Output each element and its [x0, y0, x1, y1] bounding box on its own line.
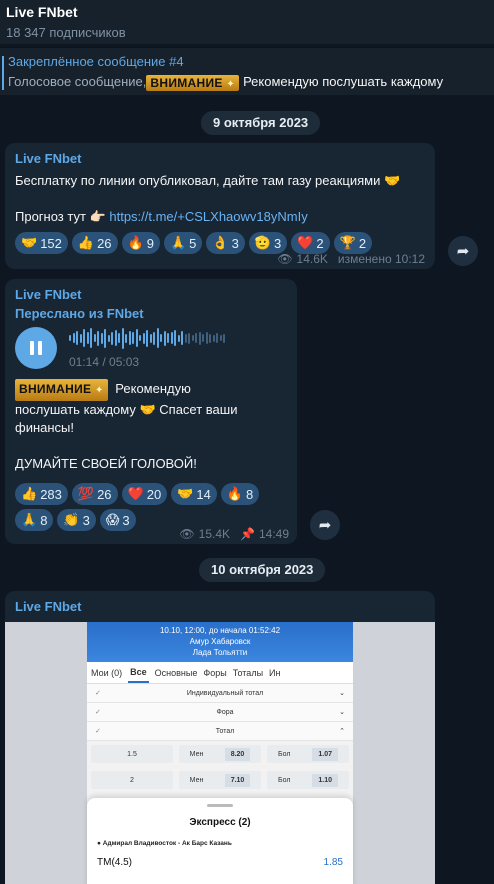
- voice-waveform[interactable]: [69, 327, 225, 349]
- forwarded-from[interactable]: Переслано из FNbet: [15, 306, 287, 321]
- reaction-count: 26: [97, 486, 112, 502]
- reaction-chip[interactable]: ❤️ 2: [291, 232, 330, 254]
- reaction-count: 9: [146, 235, 154, 251]
- edited-time: изменено 10:12: [337, 252, 425, 266]
- reaction-emoji: 👍: [77, 235, 95, 250]
- eye-icon: 👁: [179, 527, 195, 541]
- market-row: ✓ Индивидуальный тотал ⌄: [87, 684, 353, 703]
- view-count: 15.4K: [198, 527, 231, 541]
- reaction-emoji: 🤝: [177, 486, 194, 501]
- attention-badge: ВНИМАНИЕ ✦: [15, 379, 108, 401]
- reaction-count: 3: [274, 235, 282, 251]
- reaction-emoji: 😱: [105, 512, 120, 527]
- reaction-count: 26: [97, 235, 112, 251]
- reaction-chip[interactable]: 🫡 3: [248, 232, 288, 254]
- message-text-link-line: Прогноз тут 👉🏻 https://t.me/+CSLXhaowv18…: [15, 209, 308, 224]
- pin-icon: 📌: [240, 527, 255, 541]
- reaction-emoji: 👏: [63, 512, 80, 527]
- message-sender[interactable]: Live FNbet: [15, 287, 287, 302]
- reaction-chip[interactable]: 👍 26: [71, 232, 118, 254]
- reaction-count: 20: [146, 486, 162, 502]
- telegram-link[interactable]: https://t.me/+CSLXhaowv18yNmIy: [109, 209, 307, 224]
- share-icon[interactable]: ➦: [448, 236, 478, 266]
- pinned-prefix: Голосовое сообщение,: [8, 74, 147, 89]
- pause-icon[interactable]: [15, 327, 57, 369]
- market-tabs: Мои (0) Все Основные Форы Тоталы Ин: [87, 662, 353, 684]
- pinned-preview: Голосовое сообщение, ВНИМАНИЕ ✦ Рекомендую…: [8, 74, 486, 91]
- reaction-chip[interactable]: 😱 3: [99, 509, 136, 531]
- message-text: Бесплатку по линии опубликовал, дайте та…: [15, 173, 401, 188]
- reaction-count: 8: [40, 512, 48, 528]
- reaction-emoji: 🙏: [169, 235, 187, 250]
- reaction-count: 152: [40, 235, 62, 251]
- reaction-chip[interactable]: 🙏 5: [163, 232, 203, 254]
- reaction-chip[interactable]: 🤝 14: [171, 483, 217, 505]
- reaction-chip[interactable]: 🔥 9: [121, 232, 160, 254]
- reaction-emoji: 👌: [212, 235, 229, 250]
- reactions-bar: 👍 283 💯 26 ❤️ 20 🤝 14 🔥 8 🙏 8 👏 3 😱 3: [15, 483, 280, 531]
- hockey-puck-icon: ●: [97, 840, 101, 847]
- message-bubble[interactable]: Live FNbet Бесплатку по линии опубликова…: [5, 143, 435, 269]
- date-separator: 10 октября 2023: [199, 558, 326, 582]
- reaction-emoji: 👍: [21, 486, 38, 501]
- express-bet-sheet: Экспресс (2) ● Адмирал Владивосток - Ак …: [87, 798, 353, 884]
- message-photo[interactable]: 10.10, 12:00, до начала 01:52:42 Амур Ха…: [5, 622, 435, 884]
- reaction-count: 3: [82, 512, 90, 528]
- reaction-count: 2: [316, 235, 324, 251]
- pinned-indicator: [2, 56, 4, 90]
- voice-time: 01:14 / 05:03: [69, 355, 140, 369]
- pinned-message-bar[interactable]: Закреплённое сообщение #4 Голосовое сооб…: [0, 47, 494, 95]
- reaction-count: 14: [196, 486, 211, 502]
- reaction-emoji: 🏆: [339, 235, 356, 250]
- reaction-emoji: ❤️: [297, 235, 314, 250]
- reaction-chip[interactable]: 💯 26: [71, 483, 118, 505]
- eye-icon: 👁: [277, 252, 293, 266]
- pinned-text: Рекомендую послушать каждому: [243, 74, 444, 89]
- reaction-chip[interactable]: 🙏 8: [15, 509, 54, 531]
- reaction-emoji: 🔥: [226, 486, 244, 501]
- share-icon[interactable]: ➦: [310, 510, 340, 540]
- view-count: 14.6K: [296, 252, 328, 266]
- message-text: ВНИМАНИЕ ✦ Рекомендую послушать каждому …: [15, 379, 287, 473]
- date-separator: 9 октября 2023: [201, 111, 321, 135]
- message-sender[interactable]: Live FNbet: [15, 151, 425, 166]
- message-bubble[interactable]: Live FNbet Переслано из FNbet 01:14 / 05…: [5, 279, 297, 544]
- reaction-chip[interactable]: 🤝 152: [15, 232, 68, 254]
- reaction-emoji: ❤️: [127, 486, 144, 501]
- reaction-chip[interactable]: 👌 3: [206, 232, 245, 254]
- betting-app-screenshot: 10.10, 12:00, до начала 01:52:42 Амур Ха…: [87, 622, 353, 884]
- reaction-emoji: 🔥: [127, 235, 144, 250]
- reaction-count: 2: [358, 235, 367, 251]
- reaction-emoji: 🫡: [254, 235, 271, 250]
- reaction-chip[interactable]: 👍 283: [15, 483, 68, 505]
- market-row: ✓ Фора ⌄: [87, 703, 353, 722]
- voice-message[interactable]: 01:14 / 05:03: [15, 327, 287, 369]
- reaction-emoji: 💯: [77, 486, 95, 501]
- channel-title: Live FNbet: [6, 4, 78, 20]
- odds-row: 2 Мен 7.10 Бол 1.10: [87, 767, 353, 793]
- reaction-emoji: 🤝: [21, 235, 38, 250]
- message-time: 14:49: [258, 527, 289, 541]
- reaction-chip[interactable]: 👏 3: [57, 509, 96, 531]
- odds-row: 1.5 Мен 8.20 Бол 1.07: [87, 741, 353, 767]
- pinned-title: Закреплённое сообщение #4: [8, 54, 184, 69]
- reaction-chip[interactable]: 🔥 8: [220, 483, 260, 505]
- channel-header[interactable]: Live FNbet 18 347 подписчиков: [0, 0, 494, 44]
- attention-badge: ВНИМАНИЕ ✦: [146, 74, 240, 91]
- market-row: ✓ Тотал ⌃: [87, 722, 353, 741]
- message-sender[interactable]: Live FNbet: [15, 599, 425, 614]
- reaction-count: 8: [246, 486, 254, 502]
- reactions-bar: 🤝 152 👍 26 🔥 9 🙏 5 👌 3 🫡 3 ❤️ 2 🏆 2: [15, 232, 425, 254]
- reaction-emoji: 🙏: [21, 512, 38, 527]
- reaction-chip[interactable]: 🏆 2: [333, 232, 373, 254]
- match-header: 10.10, 12:00, до начала 01:52:42 Амур Ха…: [87, 622, 353, 662]
- reaction-count: 3: [122, 512, 130, 528]
- reaction-count: 283: [40, 486, 62, 502]
- message-meta: 👁 14.6K изменено 10:12: [277, 252, 425, 266]
- message-meta: 👁 15.4K 📌 14:49: [179, 527, 289, 541]
- reaction-chip[interactable]: ❤️ 20: [121, 483, 168, 505]
- reaction-count: 3: [231, 235, 239, 251]
- reaction-count: 5: [189, 235, 197, 251]
- subscriber-count: 18 347 подписчиков: [6, 25, 126, 40]
